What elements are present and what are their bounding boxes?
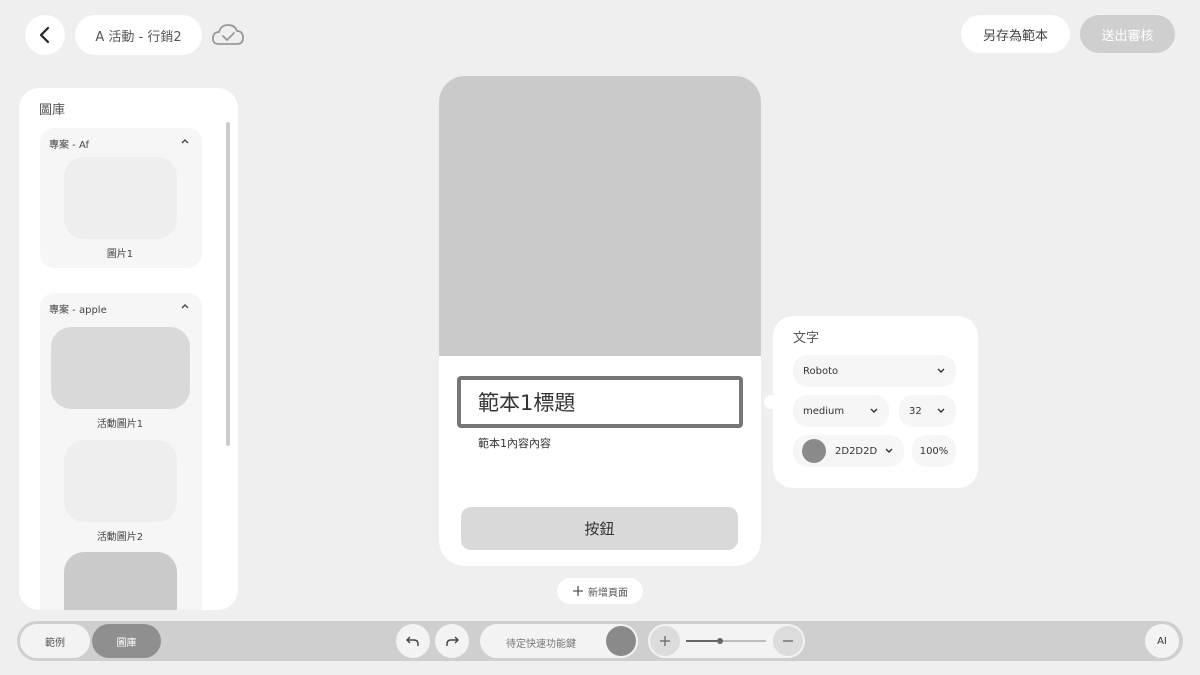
chevron-down-icon: [937, 368, 945, 373]
ai-button[interactable]: AI: [1145, 624, 1179, 658]
project-name: 專案 - Af: [49, 140, 89, 151]
plus-icon: [660, 636, 670, 646]
font-weight-value: medium: [803, 405, 845, 417]
add-page-button[interactable]: 新增頁面: [557, 578, 643, 604]
redo-icon: [446, 636, 459, 646]
chevron-up-icon[interactable]: [180, 301, 190, 311]
chevron-down-icon: [937, 408, 945, 413]
chevron-down-icon: [870, 408, 878, 413]
project-title[interactable]: A 活動 - 行銷2: [75, 15, 202, 55]
submit-review-button[interactable]: 送出審核: [1080, 15, 1175, 53]
chevron-left-icon: [39, 26, 50, 44]
add-page-label: 新增頁面: [588, 587, 628, 599]
zoom-slider-fill: [686, 640, 721, 642]
zoom-control: [648, 624, 805, 658]
canvas-image-placeholder[interactable]: [439, 76, 761, 356]
quick-key-toggle[interactable]: [606, 626, 636, 656]
gallery-image[interactable]: [51, 327, 190, 409]
gallery-image-label: 圖片1: [106, 249, 134, 260]
gallery-image[interactable]: [64, 440, 177, 522]
font-family-select[interactable]: Roboto: [793, 355, 956, 387]
text-panel-title: 文字: [793, 331, 820, 346]
redo-button[interactable]: [435, 624, 469, 658]
gallery-image[interactable]: [64, 157, 177, 239]
opacity-field[interactable]: 100%: [912, 435, 956, 467]
canvas-page: 範本1標題 範本1內容內容 按鈕: [439, 76, 761, 566]
font-color-value: 2D2D2D: [835, 445, 878, 457]
undo-icon: [406, 636, 419, 646]
font-color-select[interactable]: 2D2D2D: [793, 435, 904, 467]
zoom-slider-handle[interactable]: [717, 638, 724, 644]
gallery-scrollbar[interactable]: [226, 122, 230, 446]
undo-button[interactable]: [396, 624, 430, 658]
text-properties-panel: 文字 Roboto medium 32 2D2D2D 100%: [773, 316, 978, 488]
project-card: 專案 - apple 活動圖片1 活動圖片2: [40, 293, 202, 610]
canvas-title-text[interactable]: 範本1標題: [457, 376, 743, 428]
cloud-saved-icon: [210, 20, 246, 50]
gallery-image-label: 活動圖片2: [96, 532, 144, 543]
font-size-select[interactable]: 32: [899, 395, 956, 427]
chevron-down-icon: [885, 448, 893, 453]
zoom-slider[interactable]: [686, 638, 766, 644]
chevron-up-icon[interactable]: [180, 136, 190, 146]
gallery-panel: 圖庫 專案 - Af 圖片1 專案 - apple 活動圖片1 活動圖片2: [19, 88, 238, 610]
gallery-image[interactable]: [64, 552, 177, 610]
tab-examples[interactable]: 範例: [20, 624, 90, 658]
canvas-button[interactable]: 按鈕: [461, 507, 738, 550]
project-card: 專案 - Af 圖片1: [40, 128, 202, 268]
font-weight-select[interactable]: medium: [793, 395, 889, 427]
tab-gallery[interactable]: 圖庫: [92, 624, 161, 658]
minus-icon: [783, 640, 793, 642]
project-name: 專案 - apple: [49, 305, 107, 316]
font-family-value: Roboto: [803, 365, 839, 377]
quick-function-key[interactable]: 待定快速功能鍵: [480, 624, 638, 658]
bottom-toolbar: 範例 圖庫 待定快速功能鍵 AI: [17, 621, 1183, 661]
gallery-title: 圖庫: [39, 103, 66, 118]
zoom-out-button[interactable]: [773, 626, 803, 656]
gallery-image-label: 活動圖片1: [96, 419, 144, 430]
back-button[interactable]: [25, 15, 65, 55]
canvas-body-text[interactable]: 範本1內容內容: [478, 435, 551, 451]
opacity-value: 100%: [919, 445, 949, 457]
save-as-template-button[interactable]: 另存為範本: [961, 15, 1070, 53]
font-size-value: 32: [909, 405, 922, 417]
plus-icon: [573, 586, 583, 596]
quick-key-label: 待定快速功能鍵: [506, 639, 576, 650]
color-swatch[interactable]: [802, 439, 826, 463]
zoom-in-button[interactable]: [650, 626, 680, 656]
